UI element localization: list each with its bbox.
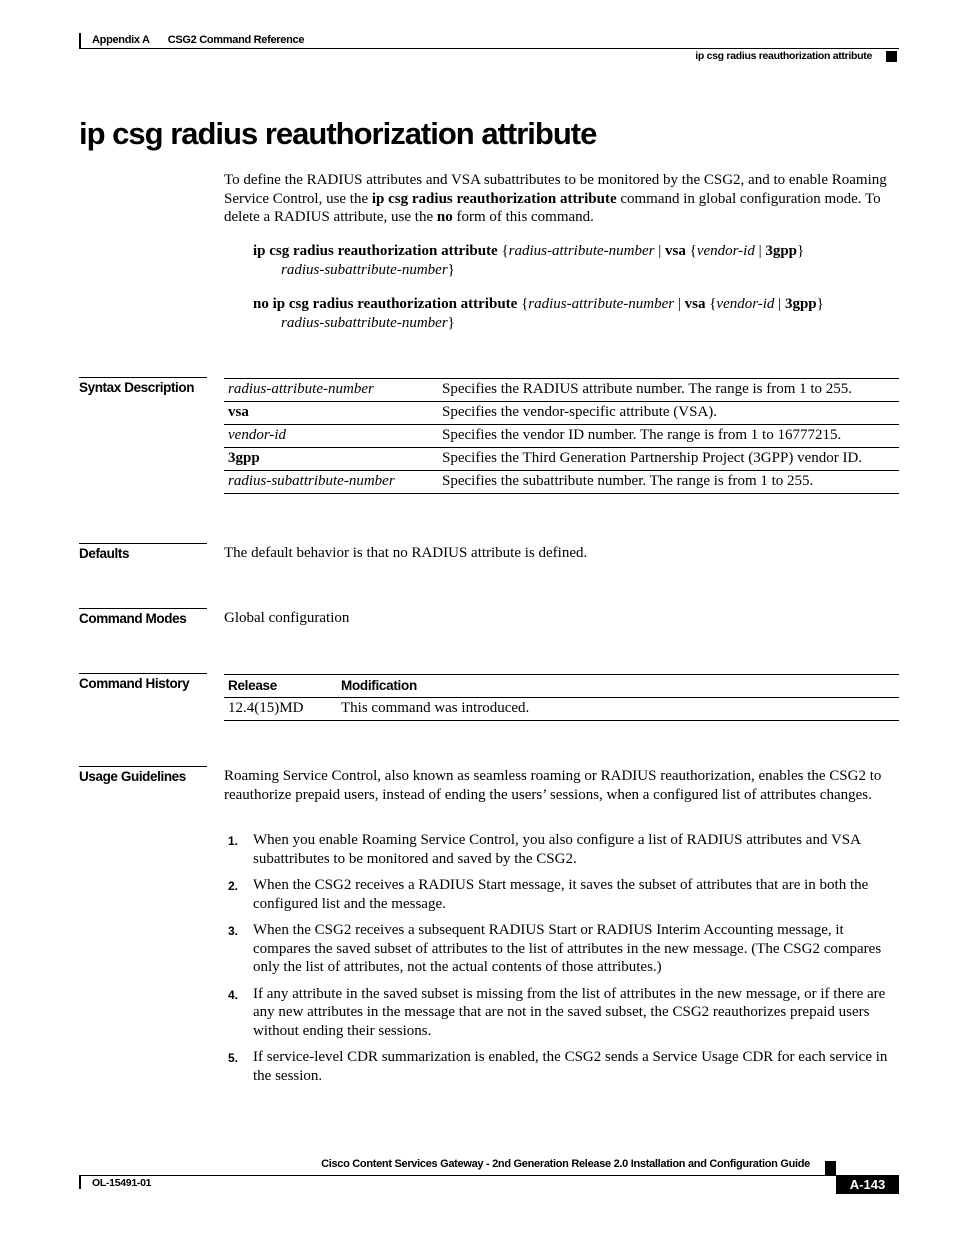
syntax-keyword: 3gpp (765, 243, 798, 259)
description-cell: Specifies the Third Generation Partnersh… (438, 447, 899, 471)
column-header-modification: Modification (337, 674, 899, 698)
usage-steps-list: 1. When you enable Roaming Service Contro… (224, 831, 899, 1093)
description-cell: Specifies the vendor-specific attribute … (438, 401, 899, 425)
syntax-description-table: radius-attribute-number Specifies the RAD… (224, 378, 899, 494)
separator: | (654, 243, 666, 259)
table-row: 3gpp Specifies the Third Generation Partn… (224, 447, 899, 471)
syntax-continuation: radius-subattribute-number} (253, 314, 903, 333)
intro-command: ip csg radius reauthorization attribute (371, 190, 617, 207)
description-cell: Specifies the vendor ID number. The rang… (438, 424, 899, 448)
table-row: radius-attribute-number Specifies the RAD… (224, 378, 899, 402)
syntax-arg: radius-attribute-number (508, 243, 655, 259)
list-item: 3. When the CSG2 receives a subsequent RA… (224, 921, 899, 977)
table-row: 12.4(15)MD This command was introduced. (224, 697, 899, 721)
section-label-command-modes: Command Modes (79, 608, 207, 626)
step-text: If any attribute in the saved subset is … (253, 985, 886, 1039)
list-item: 5. If service-level CDR summarization is … (224, 1048, 899, 1085)
table-header-row: Release Modification (224, 674, 899, 698)
syntax-arg: radius-subattribute-number (281, 315, 448, 331)
section-label-syntax-description: Syntax Description (79, 377, 207, 395)
term-cell: vsa (224, 401, 438, 425)
brace: { (705, 296, 717, 312)
step-number: 2. (228, 879, 239, 893)
term-cell: 3gpp (224, 447, 438, 471)
intro-text: form of this command. (452, 209, 594, 225)
header-chapter: CSG2 Command Reference (167, 34, 305, 46)
syntax-keyword: 3gpp (784, 296, 817, 312)
footer-bar (79, 1175, 81, 1189)
release-cell: 12.4(15)MD (224, 697, 337, 721)
footer-rule (79, 1175, 899, 1176)
intro-no-keyword: no (436, 209, 453, 225)
section-label-usage-guidelines: Usage Guidelines (79, 766, 207, 784)
section-label-command-history: Command History (79, 673, 207, 691)
syntax-term: radius-attribute-number (228, 381, 374, 397)
step-text: When you enable Roaming Service Control,… (253, 832, 861, 867)
step-number: 3. (228, 924, 239, 938)
header-bar (79, 33, 81, 49)
header-appendix: Appendix A (92, 34, 150, 46)
footer-doc-number: OL-15491-01 (92, 1177, 152, 1189)
syntax-arg: vendor-id (716, 296, 775, 312)
intro-paragraph: To define the RADIUS attributes and VSA … (224, 171, 899, 227)
syntax-arg: radius-subattribute-number (281, 262, 448, 278)
header-block-marker (886, 51, 897, 62)
separator: | (754, 243, 766, 259)
command-history-table: Release Modification 12.4(15)MD This com… (224, 674, 899, 721)
syntax-term: radius-subattribute-number (228, 473, 395, 489)
list-item: 1. When you enable Roaming Service Contro… (224, 831, 899, 868)
description-cell: Specifies the subattribute number. The r… (438, 470, 899, 494)
brace: } (447, 262, 455, 278)
syntax-line: ip csg radius reauthorization attribute … (253, 242, 903, 280)
header-breadcrumb: Appendix A CSG2 Command Reference (92, 34, 304, 46)
table-row: vsa Specifies the vendor-specific attribu… (224, 401, 899, 425)
syntax-keyword: vsa (665, 243, 686, 259)
column-header-release: Release (224, 674, 337, 698)
table-row: radius-subattribute-number Specifies the … (224, 470, 899, 494)
brace: } (797, 243, 805, 259)
syntax-keyword: vsa (684, 296, 706, 312)
brace: { (685, 243, 697, 259)
syntax-term: 3gpp (228, 450, 260, 466)
term-cell: radius-subattribute-number (224, 470, 438, 494)
brace: } (447, 315, 455, 331)
syntax-arg: radius-attribute-number (528, 296, 675, 312)
syntax-line-no-form: no ip csg radius reauthorization attribu… (253, 295, 903, 333)
description-cell: Specifies the RADIUS attribute number. T… (438, 378, 899, 402)
defaults-text: The default behavior is that no RADIUS a… (224, 545, 588, 561)
syntax-term: vsa (228, 404, 249, 420)
term-cell: vendor-id (224, 424, 438, 448)
header-rule (79, 48, 899, 49)
step-text: If service-level CDR summarization is en… (253, 1049, 888, 1084)
usage-intro: Roaming Service Control, also known as s… (224, 768, 882, 803)
modification-cell: This command was introduced. (337, 697, 899, 721)
brace: } (816, 296, 824, 312)
section-label-defaults: Defaults (79, 543, 207, 561)
list-item: 4. If any attribute in the saved subset i… (224, 985, 899, 1041)
syntax-term: vendor-id (228, 427, 287, 443)
command-modes-text: Global configuration (224, 610, 350, 626)
header-running-title: ip csg radius reauthorization attribute (695, 50, 872, 62)
term-cell: radius-attribute-number (224, 378, 438, 402)
step-number: 1. (228, 834, 239, 848)
step-number: 5. (228, 1051, 239, 1065)
syntax-command: no ip csg radius reauthorization attribu… (253, 296, 518, 312)
step-text: When the CSG2 receives a RADIUS Start me… (253, 877, 869, 912)
page-number: A-143 (836, 1175, 899, 1194)
separator: | (674, 296, 685, 312)
step-text: When the CSG2 receives a subsequent RADI… (253, 922, 882, 975)
brace: { (517, 296, 529, 312)
page-title: ip csg radius reauthorization attribute (79, 116, 597, 151)
separator: | (774, 296, 785, 312)
footer-guide-title: Cisco Content Services Gateway - 2nd Gen… (321, 1158, 810, 1170)
footer-block-marker (825, 1161, 836, 1175)
table-row: vendor-id Specifies the vendor ID number.… (224, 424, 899, 448)
list-item: 2. When the CSG2 receives a RADIUS Start … (224, 876, 899, 913)
brace: { (497, 243, 509, 259)
syntax-continuation: radius-subattribute-number} (253, 261, 903, 280)
syntax-command: ip csg radius reauthorization attribute (253, 243, 498, 259)
step-number: 4. (228, 987, 239, 1002)
syntax-arg: vendor-id (696, 243, 755, 259)
